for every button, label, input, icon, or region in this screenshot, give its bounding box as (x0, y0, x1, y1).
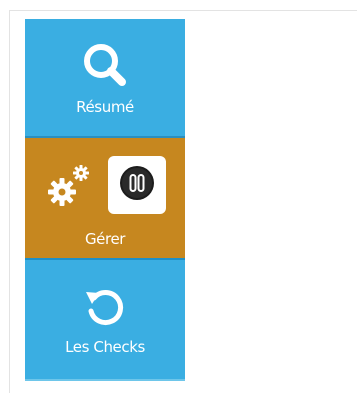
sidebar-item-gerer[interactable]: Gérer (25, 138, 185, 260)
sidebar-item-resume[interactable]: Résumé (25, 19, 185, 138)
sidebar-nav: Résumé Gérer Les Checks (25, 19, 185, 381)
pause-toggle-icon (117, 163, 157, 207)
sidebar-item-label: Les Checks (65, 337, 145, 356)
sidebar-item-label: Résumé (76, 97, 134, 116)
refresh-icon (82, 284, 128, 330)
gears-icon (44, 160, 94, 210)
search-icon (80, 40, 130, 90)
pause-toggle-button[interactable] (108, 156, 166, 214)
sidebar-item-label: Gérer (84, 230, 126, 248)
sidebar-item-les-checks[interactable]: Les Checks (25, 260, 185, 381)
